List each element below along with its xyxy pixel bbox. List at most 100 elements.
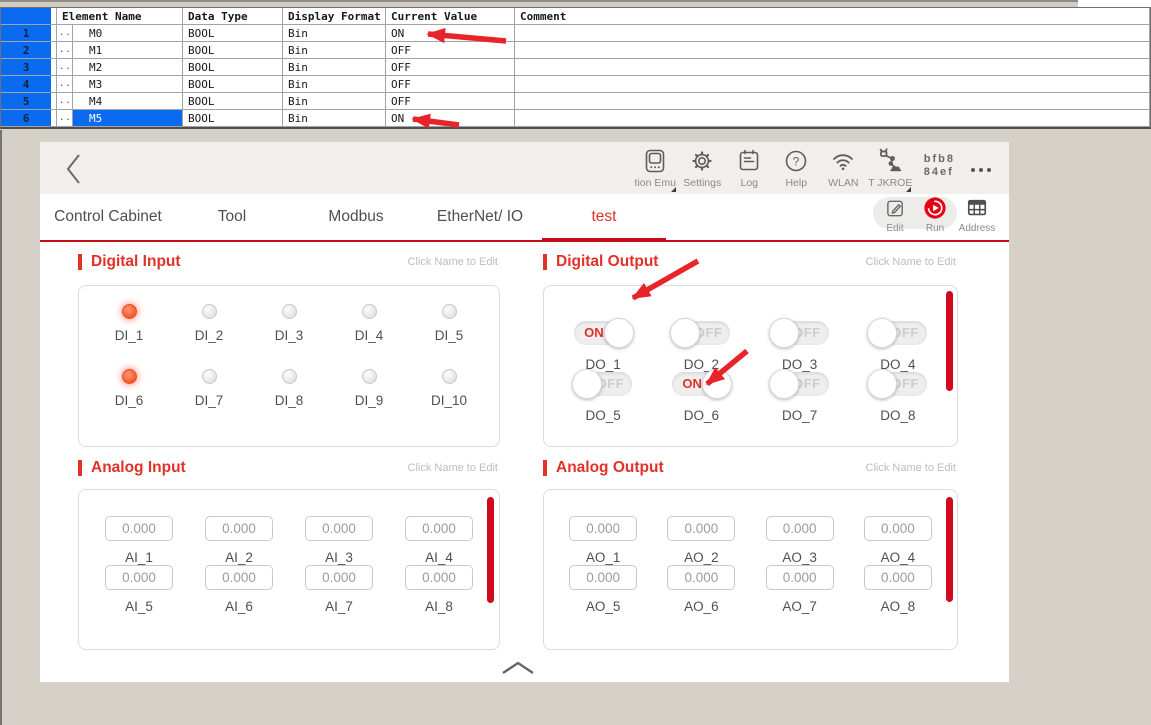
edit-button[interactable]: Edit <box>875 194 915 234</box>
toggle-switch[interactable]: ON <box>574 321 632 345</box>
ellipsis-cell[interactable]: ... <box>57 59 73 76</box>
channel-label[interactable]: DO_8 <box>880 408 915 423</box>
ellipsis-cell[interactable]: ... <box>57 93 73 110</box>
channel-label[interactable]: AO_3 <box>782 550 817 565</box>
address-button[interactable]: Address <box>957 194 997 234</box>
channel-label[interactable]: DO_7 <box>782 408 817 423</box>
element-name-cell[interactable]: M4 <box>73 93 183 110</box>
ellipsis-cell[interactable]: ... <box>57 110 73 127</box>
ellipsis-cell[interactable]: ... <box>57 42 73 59</box>
channel-label[interactable]: AI_4 <box>425 550 453 565</box>
channel-label[interactable]: AO_6 <box>684 599 719 614</box>
toolbar-item-wlan[interactable]: WLAN <box>820 146 867 189</box>
display-format-cell[interactable]: Bin <box>283 76 386 93</box>
current-value-cell[interactable]: ON <box>386 25 515 42</box>
analog-input-scrollbar[interactable] <box>487 497 494 603</box>
run-button[interactable]: Run <box>915 194 955 234</box>
element-name-cell[interactable]: M1 <box>73 42 183 59</box>
toolbar-item-help[interactable]: ?Help <box>773 146 820 189</box>
row-number-cell[interactable]: 1 <box>1 25 57 42</box>
channel-label[interactable]: DI_5 <box>435 328 464 343</box>
comment-cell[interactable] <box>515 59 1150 76</box>
toolbar-item-robot[interactable]: T JKROE <box>867 146 914 189</box>
display-format-cell[interactable]: Bin <box>283 42 386 59</box>
toggle-switch[interactable]: OFF <box>672 321 730 345</box>
row-number-cell[interactable]: 4 <box>1 76 57 93</box>
channel-label[interactable]: DI_2 <box>195 328 224 343</box>
channel-label[interactable]: AI_7 <box>325 599 353 614</box>
current-value-cell[interactable]: ON <box>386 110 515 127</box>
element-name-cell[interactable]: M0 <box>73 25 183 42</box>
channel-label[interactable]: DI_10 <box>431 393 467 408</box>
comment-cell[interactable] <box>515 76 1150 93</box>
channel-label[interactable]: AO_1 <box>586 550 621 565</box>
value-box[interactable]: 0.000 <box>667 516 735 541</box>
more-button[interactable] <box>971 168 991 172</box>
data-type-cell[interactable]: BOOL <box>183 25 283 42</box>
channel-label[interactable]: AI_8 <box>425 599 453 614</box>
channel-label[interactable]: AI_2 <box>225 550 253 565</box>
value-box[interactable]: 0.000 <box>569 516 637 541</box>
channel-label[interactable]: AI_3 <box>325 550 353 565</box>
collapse-panel-button[interactable] <box>498 659 538 679</box>
channel-label[interactable]: DI_8 <box>275 393 304 408</box>
element-name-cell[interactable]: M2 <box>73 59 183 76</box>
ellipsis-cell[interactable]: ... <box>57 76 73 93</box>
current-value-cell[interactable]: OFF <box>386 42 515 59</box>
comment-cell[interactable] <box>515 110 1150 127</box>
toolbar-item-settings[interactable]: Settings <box>679 146 726 189</box>
toggle-switch[interactable]: OFF <box>771 321 829 345</box>
tab-test[interactable]: test <box>542 194 666 240</box>
value-box[interactable]: 0.000 <box>864 565 932 590</box>
display-format-cell[interactable]: Bin <box>283 59 386 76</box>
channel-label[interactable]: AO_8 <box>881 599 916 614</box>
data-type-cell[interactable]: BOOL <box>183 110 283 127</box>
analog-output-scrollbar[interactable] <box>946 497 953 602</box>
tab-modbus[interactable]: Modbus <box>294 194 418 240</box>
toolbar-item-station-emulator[interactable]: tion Emu <box>632 146 679 189</box>
channel-label[interactable]: DI_1 <box>115 328 144 343</box>
data-type-cell[interactable]: BOOL <box>183 42 283 59</box>
data-type-cell[interactable]: BOOL <box>183 59 283 76</box>
display-format-cell[interactable]: Bin <box>283 25 386 42</box>
tab-ethernet-io[interactable]: EtherNet/ IO <box>418 194 542 240</box>
comment-cell[interactable] <box>515 93 1150 110</box>
channel-label[interactable]: AI_5 <box>125 599 153 614</box>
display-format-cell[interactable]: Bin <box>283 93 386 110</box>
current-value-cell[interactable]: OFF <box>386 59 515 76</box>
element-name-cell[interactable]: M5 <box>73 110 183 127</box>
row-number-cell[interactable]: 2 <box>1 42 57 59</box>
row-number-cell[interactable]: 5 <box>1 93 57 110</box>
value-box[interactable]: 0.000 <box>864 516 932 541</box>
value-box[interactable]: 0.000 <box>667 565 735 590</box>
ellipsis-cell[interactable]: ... <box>57 25 73 42</box>
channel-label[interactable]: AI_6 <box>225 599 253 614</box>
data-type-cell[interactable]: BOOL <box>183 93 283 110</box>
value-box[interactable]: 0.000 <box>569 565 637 590</box>
comment-cell[interactable] <box>515 25 1150 42</box>
channel-label[interactable]: AO_4 <box>881 550 916 565</box>
channel-label[interactable]: DI_4 <box>355 328 384 343</box>
data-type-cell[interactable]: BOOL <box>183 76 283 93</box>
channel-label[interactable]: AI_1 <box>125 550 153 565</box>
channel-label[interactable]: DO_5 <box>585 408 620 423</box>
channel-label[interactable]: AO_2 <box>684 550 719 565</box>
channel-label[interactable]: DI_9 <box>355 393 384 408</box>
toggle-switch[interactable]: OFF <box>771 372 829 396</box>
element-name-cell[interactable]: M3 <box>73 76 183 93</box>
comment-cell[interactable] <box>515 42 1150 59</box>
toggle-switch[interactable]: ON <box>672 372 730 396</box>
channel-label[interactable]: DO_6 <box>684 408 719 423</box>
value-box[interactable]: 0.000 <box>766 516 834 541</box>
channel-label[interactable]: DI_7 <box>195 393 224 408</box>
digital-output-scrollbar[interactable] <box>946 291 953 391</box>
current-value-cell[interactable]: OFF <box>386 93 515 110</box>
row-number-cell[interactable]: 6 <box>1 110 57 127</box>
row-number-cell[interactable]: 3 <box>1 59 57 76</box>
back-button[interactable] <box>60 151 88 187</box>
toggle-switch[interactable]: OFF <box>869 372 927 396</box>
toolbar-item-log[interactable]: Log <box>726 146 773 189</box>
display-format-cell[interactable]: Bin <box>283 110 386 127</box>
toggle-switch[interactable]: OFF <box>574 372 632 396</box>
toggle-switch[interactable]: OFF <box>869 321 927 345</box>
